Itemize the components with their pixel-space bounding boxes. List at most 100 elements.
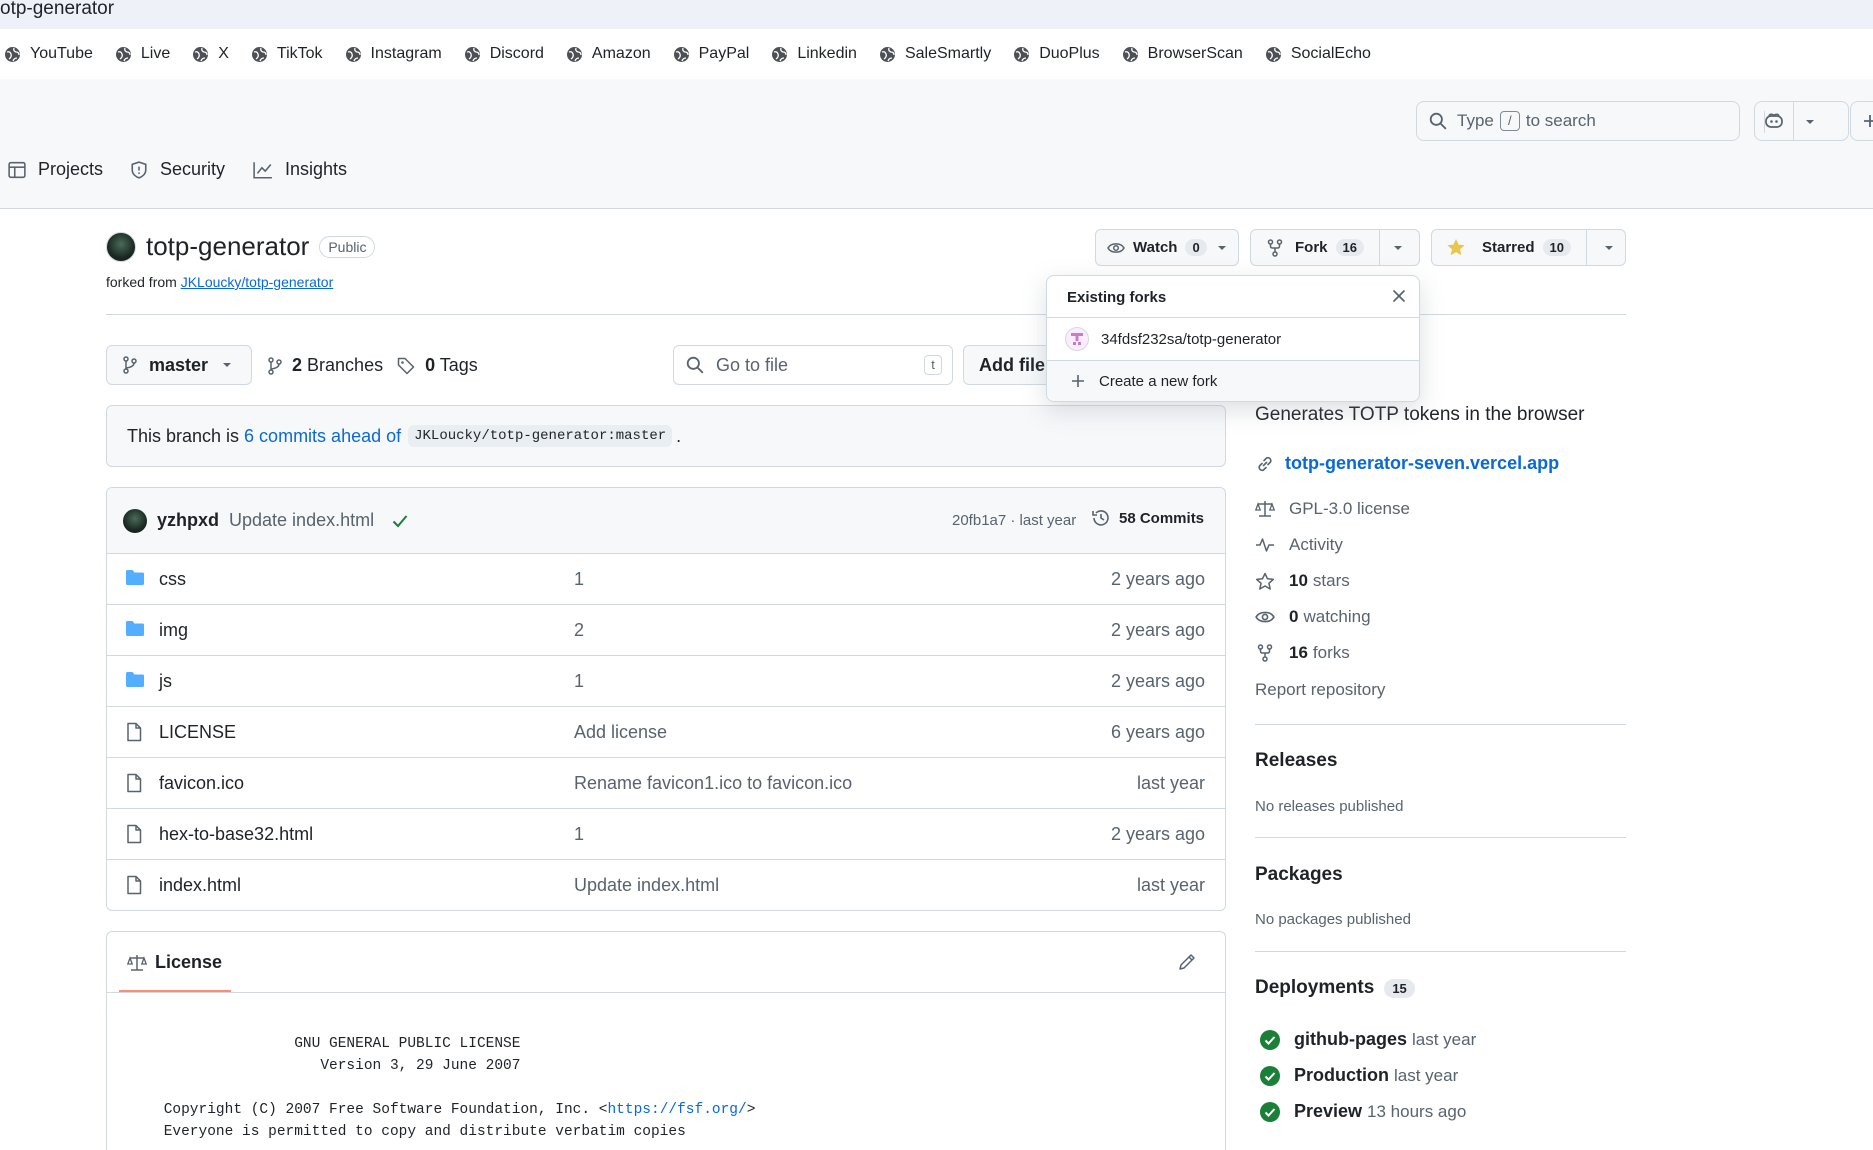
file-commit-time: 2 years ago: [1110, 620, 1205, 640]
file-name[interactable]: hex-to-base32.html: [159, 824, 313, 845]
watch-button[interactable]: Watch 0: [1095, 229, 1239, 266]
tags-link[interactable]: 0 Tags: [425, 355, 478, 376]
existing-fork-name: 34fdsf232sa/totp-generator: [1101, 330, 1282, 348]
chevron-down-icon[interactable]: [1604, 244, 1614, 252]
close-icon[interactable]: [1391, 288, 1407, 304]
forks-link[interactable]: 16 forks: [1255, 643, 1350, 663]
bookmark-label: SocialEcho: [1290, 45, 1371, 62]
chevron-down-icon[interactable]: [1805, 118, 1815, 126]
file-commit-message[interactable]: 1: [574, 824, 584, 845]
file-commit-message[interactable]: Update index.html: [574, 875, 719, 896]
bookmark-duoplus[interactable]: DuoPlus: [1013, 45, 1100, 63]
file-name[interactable]: css: [159, 569, 186, 590]
watching-link[interactable]: 0 watching: [1255, 607, 1371, 627]
bookmark-label: DuoPlus: [1039, 45, 1100, 62]
global-search[interactable]: Type / to search: [1416, 101, 1740, 141]
bookmark-socialecho[interactable]: SocialEcho: [1265, 45, 1371, 63]
create-new-button[interactable]: [1850, 101, 1873, 141]
file-commit-message[interactable]: Rename favicon1.ico to favicon.ico: [574, 773, 852, 794]
license-line-prefix: Copyright (C) 2007 Free Software Foundat…: [155, 1102, 608, 1118]
bookmark-paypal[interactable]: PayPal: [673, 45, 749, 63]
file-name[interactable]: LICENSE: [159, 722, 236, 743]
table-row[interactable]: hex-to-base32.html 1 2 years ago: [107, 809, 1225, 860]
commit-hash-time[interactable]: 20fb1a7 · last year: [952, 512, 1076, 529]
globe-icon: [345, 46, 362, 63]
star-fill-icon: [1447, 239, 1465, 256]
file-icon: [125, 875, 143, 895]
tab-insights[interactable]: Insights: [253, 159, 347, 180]
bookmark-amazon[interactable]: Amazon: [566, 45, 651, 63]
bookmark-youtube[interactable]: YouTube: [4, 45, 93, 63]
license-tab-label: License: [155, 952, 223, 972]
branches-link[interactable]: 2 Branches: [292, 355, 383, 376]
file-name[interactable]: index.html: [159, 875, 241, 896]
branch-selector[interactable]: master: [106, 345, 252, 385]
packages-heading[interactable]: Packages: [1255, 864, 1343, 886]
bookmarks-bar: YouTube Live X TikTok Instagram Discord Amazon…: [0, 29, 1873, 79]
stars-link[interactable]: 10 stars: [1255, 571, 1350, 591]
bookmark-discord[interactable]: Discord: [464, 45, 544, 63]
owner-avatar[interactable]: [106, 231, 136, 262]
forked-from-link[interactable]: JKLoucky/totp-generator: [181, 274, 334, 290]
table-row[interactable]: index.html Update index.html last year: [107, 860, 1225, 910]
watch-label: Watch: [1133, 239, 1178, 256]
tab-projects[interactable]: Projects: [8, 159, 103, 180]
bookmark-label: Linkedin: [797, 45, 857, 62]
bookmark-linkedin[interactable]: Linkedin: [771, 45, 857, 63]
fork-button[interactable]: Fork 16: [1250, 229, 1420, 266]
tags-label: Tags: [439, 355, 478, 375]
bookmark-instagram[interactable]: Instagram: [345, 45, 442, 63]
file-commit-message[interactable]: Add license: [574, 722, 667, 743]
commit-message[interactable]: Update index.html: [229, 510, 374, 531]
tags-count: 0: [425, 355, 436, 375]
bookmark-x[interactable]: X: [192, 45, 229, 63]
website-link[interactable]: totp-generator-seven.vercel.app: [1255, 453, 1559, 474]
pencil-icon[interactable]: [1177, 952, 1197, 972]
go-to-file-input[interactable]: Go to file t: [673, 345, 953, 385]
commits-link[interactable]: 58 Commits: [1091, 508, 1204, 528]
activity-label: Activity: [1289, 535, 1343, 554]
file-commit-message[interactable]: 1: [574, 671, 584, 692]
deployment-item[interactable]: Production last year: [1255, 1065, 1458, 1086]
repo-name[interactable]: totp-generator: [146, 231, 309, 262]
bookmark-live[interactable]: Live: [115, 45, 170, 63]
file-commit-message[interactable]: 2: [574, 620, 584, 641]
fsf-link[interactable]: https://fsf.org/: [607, 1102, 746, 1118]
tab-security[interactable]: Security: [130, 159, 225, 180]
table-row[interactable]: css 1 2 years ago: [107, 554, 1225, 605]
file-name[interactable]: js: [159, 671, 172, 692]
license-link[interactable]: GPL-3.0 license: [1255, 499, 1410, 519]
deployment-item[interactable]: Preview 13 hours ago: [1255, 1101, 1466, 1122]
file-commit-time: last year: [1136, 875, 1205, 895]
table-row[interactable]: img 2 2 years ago: [107, 605, 1225, 656]
activity-link[interactable]: Activity: [1255, 535, 1343, 555]
copilot-button[interactable]: [1754, 101, 1849, 141]
file-commit-message[interactable]: 1: [574, 569, 584, 590]
license-tab[interactable]: License: [127, 952, 222, 973]
existing-fork-item[interactable]: 34fdsf232sa/totp-generator: [1047, 318, 1419, 361]
create-new-fork-item[interactable]: Create a new fork: [1047, 361, 1419, 401]
deployments-heading[interactable]: Deployments 15: [1255, 977, 1415, 999]
forked-from-prefix: forked from: [106, 274, 177, 290]
releases-heading[interactable]: Releases: [1255, 750, 1337, 772]
table-row[interactable]: js 1 2 years ago: [107, 656, 1225, 707]
header-divider: [1764, 111, 1765, 133]
file-name[interactable]: favicon.ico: [159, 773, 244, 794]
committer-name[interactable]: yzhpxd: [157, 510, 219, 531]
report-repository-link[interactable]: Report repository: [1255, 680, 1385, 700]
bookmark-browserscan[interactable]: BrowserScan: [1122, 45, 1243, 63]
website-url: totp-generator-seven.vercel.app: [1285, 453, 1560, 473]
table-row[interactable]: LICENSE Add license 6 years ago: [107, 707, 1225, 758]
bookmark-salesmartly[interactable]: SaleSmartly: [879, 45, 991, 63]
bookmark-label: TikTok: [276, 45, 323, 62]
bookmark-tiktok[interactable]: TikTok: [251, 45, 323, 63]
repo-forked-icon: [1257, 644, 1273, 662]
starred-button[interactable]: Starred 10: [1431, 229, 1626, 266]
committer-avatar[interactable]: [123, 508, 147, 533]
check-icon[interactable]: [392, 514, 408, 528]
commits-ahead-link[interactable]: 6 commits ahead of: [244, 426, 401, 447]
chevron-down-icon[interactable]: [1393, 244, 1403, 252]
file-name[interactable]: img: [159, 620, 188, 641]
deployment-item[interactable]: github-pages last year: [1255, 1029, 1476, 1050]
table-row[interactable]: favicon.ico Rename favicon1.ico to favico…: [107, 758, 1225, 809]
